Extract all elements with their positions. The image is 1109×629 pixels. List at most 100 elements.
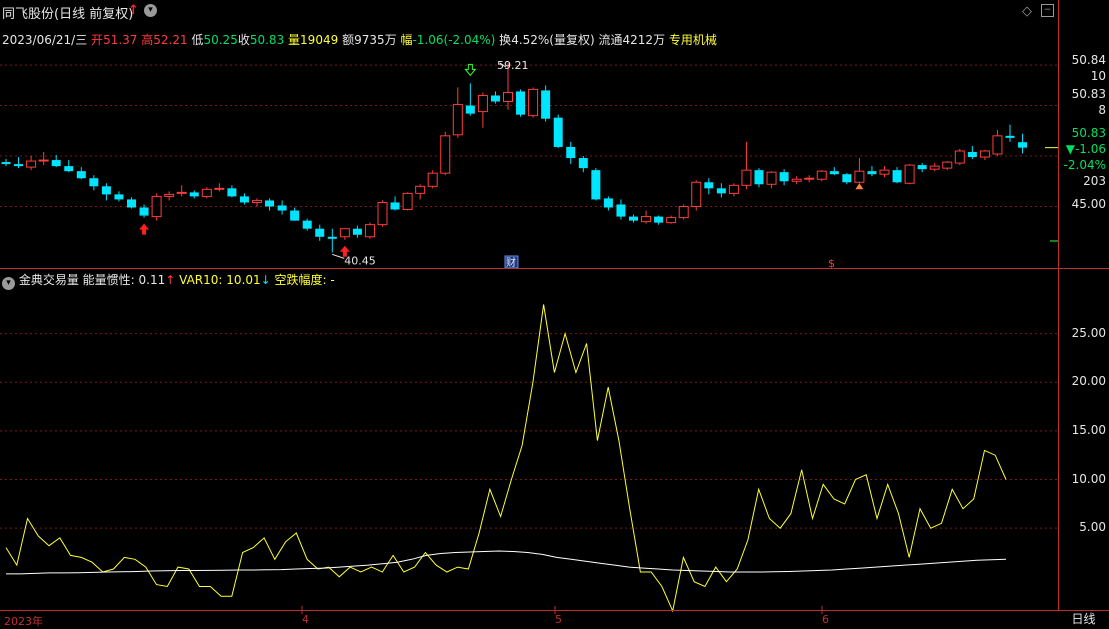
- candle-body-up: [38, 159, 49, 162]
- price-axis: 50.84 10 50.83 8 50.83 ▼-1.06 -2.04% 203…: [1058, 0, 1109, 268]
- candle-body-down: [654, 216, 664, 223]
- range-label: 空跌幅度:: [274, 273, 327, 287]
- candle-body-down: [114, 194, 124, 200]
- candle-body-down: [315, 228, 325, 237]
- inertia-label: 能量惯性:: [82, 273, 135, 287]
- candle-body-down: [892, 170, 902, 183]
- candle-body-down: [490, 95, 500, 102]
- pane-separator: [0, 268, 1109, 269]
- price-axis-label: -2.04%: [1063, 158, 1106, 172]
- candle-body-up: [339, 228, 350, 238]
- candle-body-down: [566, 146, 576, 159]
- sell-arrow-icon: [464, 63, 477, 77]
- candle-body-down: [704, 182, 714, 189]
- candle-body-up: [766, 171, 777, 185]
- indicator-series: [5, 304, 1007, 613]
- candle-body-down: [1, 162, 11, 165]
- inertia-arrow: ↑: [165, 273, 176, 287]
- candle-body-down: [578, 158, 588, 169]
- candle-body-up: [816, 170, 827, 180]
- indicator-axis-label: 25.00: [1071, 325, 1106, 340]
- candle-body-up: [741, 169, 752, 186]
- date-axis: 2023年 4 5 6: [0, 610, 1109, 629]
- candle-body-down: [629, 216, 638, 221]
- candle-body-up: [979, 150, 990, 158]
- price-axis-label: 50.84: [1071, 53, 1106, 67]
- price-axis-label: ▼-1.06: [1065, 142, 1106, 156]
- candle-body-down: [779, 172, 789, 182]
- price-axis-label: 8: [1098, 103, 1106, 117]
- candle-body-up: [415, 185, 426, 194]
- candle-body-down: [89, 178, 99, 187]
- var10-value: 10.01: [226, 273, 261, 287]
- candle-body-up: [151, 195, 162, 218]
- candle-body-down: [51, 160, 61, 167]
- candle-body-down: [829, 171, 839, 175]
- candle-body-up: [201, 188, 212, 197]
- candle-body-down: [64, 166, 74, 172]
- range-value: -: [330, 273, 335, 287]
- date-label: 6: [822, 613, 829, 626]
- candle-body-up: [854, 170, 865, 183]
- candle-body-down: [277, 205, 287, 211]
- candle-body-down: [76, 171, 86, 179]
- chart-annotations: 59.2140.45 财 $: [139, 59, 1058, 270]
- candle-body-up: [678, 205, 689, 219]
- candle-body-down: [917, 165, 927, 170]
- candle-body-up: [954, 150, 965, 164]
- candle-body-down: [616, 204, 626, 217]
- candle-body-down: [716, 188, 726, 194]
- candle-body-up: [528, 88, 539, 117]
- candle-body-up: [477, 94, 488, 113]
- candle-body-down: [1005, 135, 1015, 138]
- candle-body-down: [553, 117, 563, 147]
- candle-body-down: [867, 171, 877, 175]
- candle-body-up: [427, 172, 438, 187]
- indicator-axis-label: 15.00: [1071, 422, 1106, 437]
- indicator-title: ▾ 金典交易量 能量惯性: 0.11↑ VAR10: 10.01↓ 空跌幅度: …: [2, 271, 335, 290]
- candle-body-down: [14, 164, 24, 167]
- candle-body-up: [364, 224, 375, 238]
- candle-body-up: [929, 165, 940, 170]
- indicator-name[interactable]: 金典交易量: [19, 273, 79, 287]
- candle-body-down: [1018, 142, 1028, 148]
- candle-body-down: [189, 192, 199, 197]
- candle-body-down: [465, 105, 475, 114]
- candle-body-up: [666, 217, 677, 224]
- indicator-axis-label: 5.00: [1079, 520, 1106, 535]
- low-price-label: 40.45: [344, 254, 376, 267]
- indicator-axis: 25.00 20.00 15.00 10.00 5.00: [1058, 268, 1109, 610]
- period-button[interactable]: 日线: [1058, 610, 1109, 628]
- indicator-axis-label: 10.00: [1071, 471, 1106, 486]
- buy-arrow-icon: [139, 223, 150, 235]
- candle-body-down: [139, 207, 149, 216]
- chart-canvas[interactable]: 59.2140.45 财 $: [0, 0, 1058, 628]
- candle-body-up: [377, 201, 388, 226]
- candle-body-up: [641, 216, 652, 223]
- price-axis-label: 45.00: [1071, 197, 1106, 211]
- candle-body-up: [164, 193, 175, 197]
- low-marker-line: [332, 253, 345, 259]
- inertia-value: 0.11: [138, 273, 166, 287]
- candle-body-down: [327, 236, 337, 239]
- candle-body-down: [265, 200, 275, 207]
- candle-body-down: [516, 91, 526, 115]
- candle-body-up: [904, 164, 915, 184]
- price-axis-label: 203: [1083, 174, 1106, 188]
- candle-body-up: [691, 181, 702, 207]
- chevron-down-icon[interactable]: ▾: [2, 277, 15, 290]
- grid-lines: [0, 64, 1058, 614]
- candle-body-up: [503, 91, 513, 103]
- candle-body-down: [541, 90, 551, 119]
- date-label: 4: [302, 613, 309, 626]
- candle-body-up: [879, 169, 890, 175]
- candle-body-up: [440, 135, 451, 174]
- candle-body-down: [591, 170, 601, 200]
- candle-body-down: [603, 198, 613, 208]
- candle-body-down: [754, 170, 764, 185]
- date-label: 5: [555, 613, 562, 626]
- candle-body-down: [390, 202, 400, 210]
- candle-body-up: [452, 104, 463, 136]
- var10-arrow: ↓: [260, 273, 271, 287]
- candle-body-up: [402, 192, 413, 211]
